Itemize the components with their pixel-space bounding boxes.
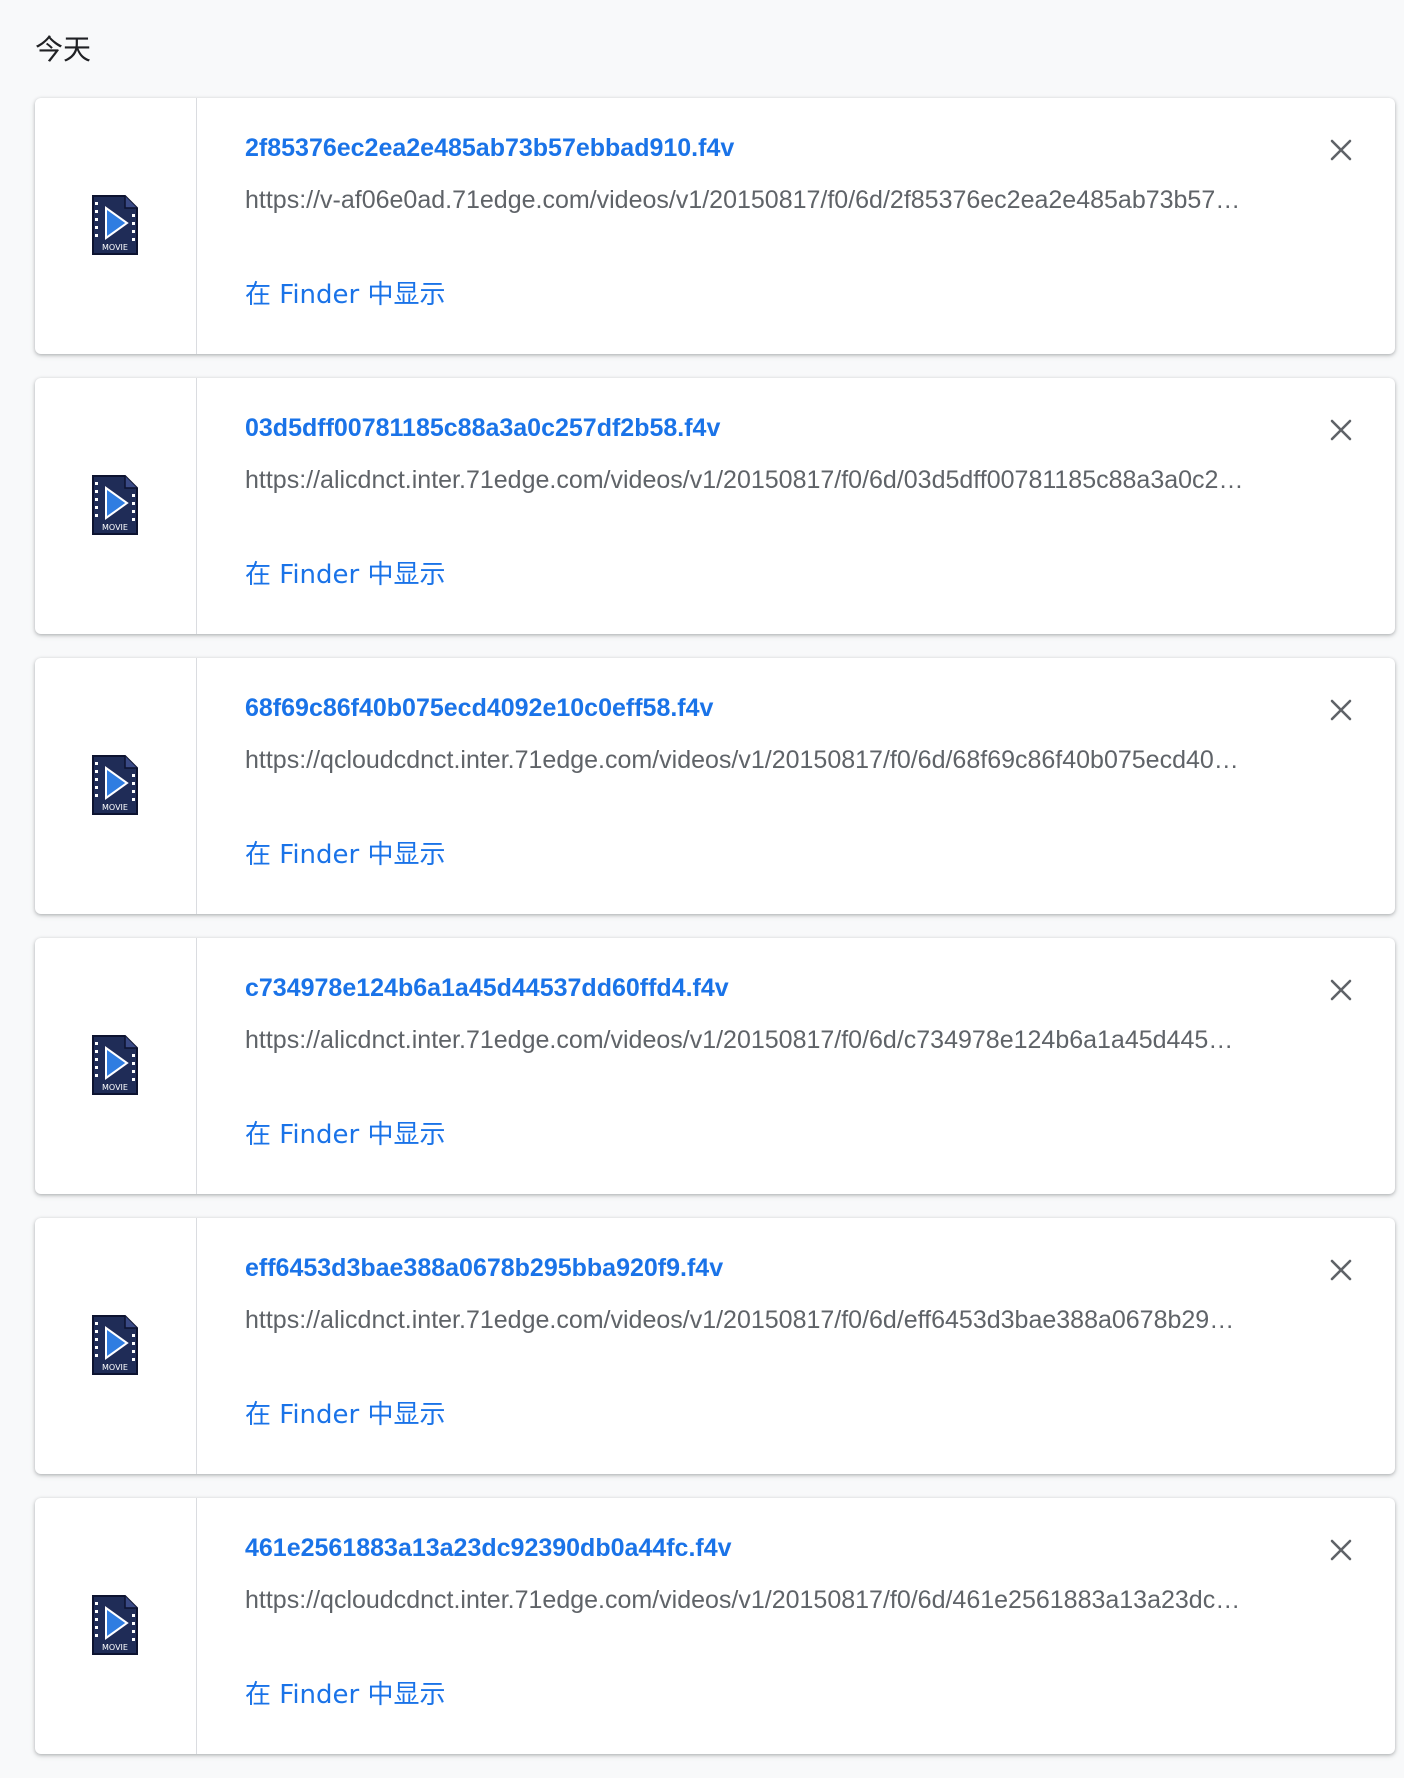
movie-file-icon: MOVIE xyxy=(92,195,138,255)
close-icon xyxy=(1330,419,1352,441)
movie-file-icon: MOVIE xyxy=(92,1595,138,1655)
show-in-finder-link[interactable]: 在 Finder 中显示 xyxy=(245,554,446,591)
close-icon xyxy=(1330,1539,1352,1561)
source-url[interactable]: https://qcloudcdnct.inter.71edge.com/vid… xyxy=(245,1586,1245,1615)
download-item: MOVIE 68f69c86f40b075ecd4092e10c0eff58.f… xyxy=(35,658,1395,914)
file-name-link[interactable]: 2f85376ec2ea2e485ab73b57ebbad910.f4v xyxy=(245,134,734,163)
file-name-link[interactable]: 461e2561883a13a23dc92390db0a44fc.f4v xyxy=(245,1534,732,1563)
show-in-finder-link[interactable]: 在 Finder 中显示 xyxy=(245,1394,446,1431)
remove-button[interactable] xyxy=(1323,1532,1359,1568)
source-url[interactable]: https://alicdnct.inter.71edge.com/videos… xyxy=(245,1026,1245,1055)
remove-button[interactable] xyxy=(1323,132,1359,168)
close-icon xyxy=(1330,979,1352,1001)
download-item: MOVIE 2f85376ec2ea2e485ab73b57ebbad910.f… xyxy=(35,98,1395,354)
download-item: MOVIE 03d5dff00781185c88a3a0c257df2b58.f… xyxy=(35,378,1395,634)
movie-icon-label: MOVIE xyxy=(102,523,128,532)
source-url[interactable]: https://v-af06e0ad.71edge.com/videos/v1/… xyxy=(245,186,1245,215)
date-section-header: 今天 xyxy=(35,33,92,66)
file-name-link[interactable]: 68f69c86f40b075ecd4092e10c0eff58.f4v xyxy=(245,694,713,723)
movie-file-icon: MOVIE xyxy=(92,475,138,535)
download-item: MOVIE 461e2561883a13a23dc92390db0a44fc.f… xyxy=(35,1498,1395,1754)
show-in-finder-link[interactable]: 在 Finder 中显示 xyxy=(245,1114,446,1151)
close-icon xyxy=(1330,699,1352,721)
source-url[interactable]: https://alicdnct.inter.71edge.com/videos… xyxy=(245,466,1245,495)
remove-button[interactable] xyxy=(1323,692,1359,728)
show-in-finder-link[interactable]: 在 Finder 中显示 xyxy=(245,1674,446,1711)
download-list: MOVIE 2f85376ec2ea2e485ab73b57ebbad910.f… xyxy=(35,98,1395,1778)
file-icon-column: MOVIE xyxy=(35,1498,197,1754)
movie-file-icon: MOVIE xyxy=(92,1315,138,1375)
movie-icon-label: MOVIE xyxy=(102,1643,128,1652)
file-name-link[interactable]: 03d5dff00781185c88a3a0c257df2b58.f4v xyxy=(245,414,720,443)
movie-file-icon: MOVIE xyxy=(92,755,138,815)
source-url[interactable]: https://qcloudcdnct.inter.71edge.com/vid… xyxy=(245,746,1245,775)
show-in-finder-link[interactable]: 在 Finder 中显示 xyxy=(245,274,446,311)
close-icon xyxy=(1330,139,1352,161)
remove-button[interactable] xyxy=(1323,412,1359,448)
movie-file-icon: MOVIE xyxy=(92,1035,138,1095)
movie-icon-label: MOVIE xyxy=(102,1363,128,1372)
file-name-link[interactable]: eff6453d3bae388a0678b295bba920f9.f4v xyxy=(245,1254,723,1283)
remove-button[interactable] xyxy=(1323,972,1359,1008)
remove-button[interactable] xyxy=(1323,1252,1359,1288)
movie-icon-label: MOVIE xyxy=(102,243,128,252)
movie-icon-label: MOVIE xyxy=(102,803,128,812)
file-icon-column: MOVIE xyxy=(35,658,197,914)
file-icon-column: MOVIE xyxy=(35,938,197,1194)
source-url[interactable]: https://alicdnct.inter.71edge.com/videos… xyxy=(245,1306,1245,1335)
download-item: MOVIE c734978e124b6a1a45d44537dd60ffd4.f… xyxy=(35,938,1395,1194)
file-name-link[interactable]: c734978e124b6a1a45d44537dd60ffd4.f4v xyxy=(245,974,729,1003)
show-in-finder-link[interactable]: 在 Finder 中显示 xyxy=(245,834,446,871)
close-icon xyxy=(1330,1259,1352,1281)
movie-icon-label: MOVIE xyxy=(102,1083,128,1092)
file-icon-column: MOVIE xyxy=(35,378,197,634)
file-icon-column: MOVIE xyxy=(35,1218,197,1474)
file-icon-column: MOVIE xyxy=(35,98,197,354)
download-item: MOVIE eff6453d3bae388a0678b295bba920f9.f… xyxy=(35,1218,1395,1474)
